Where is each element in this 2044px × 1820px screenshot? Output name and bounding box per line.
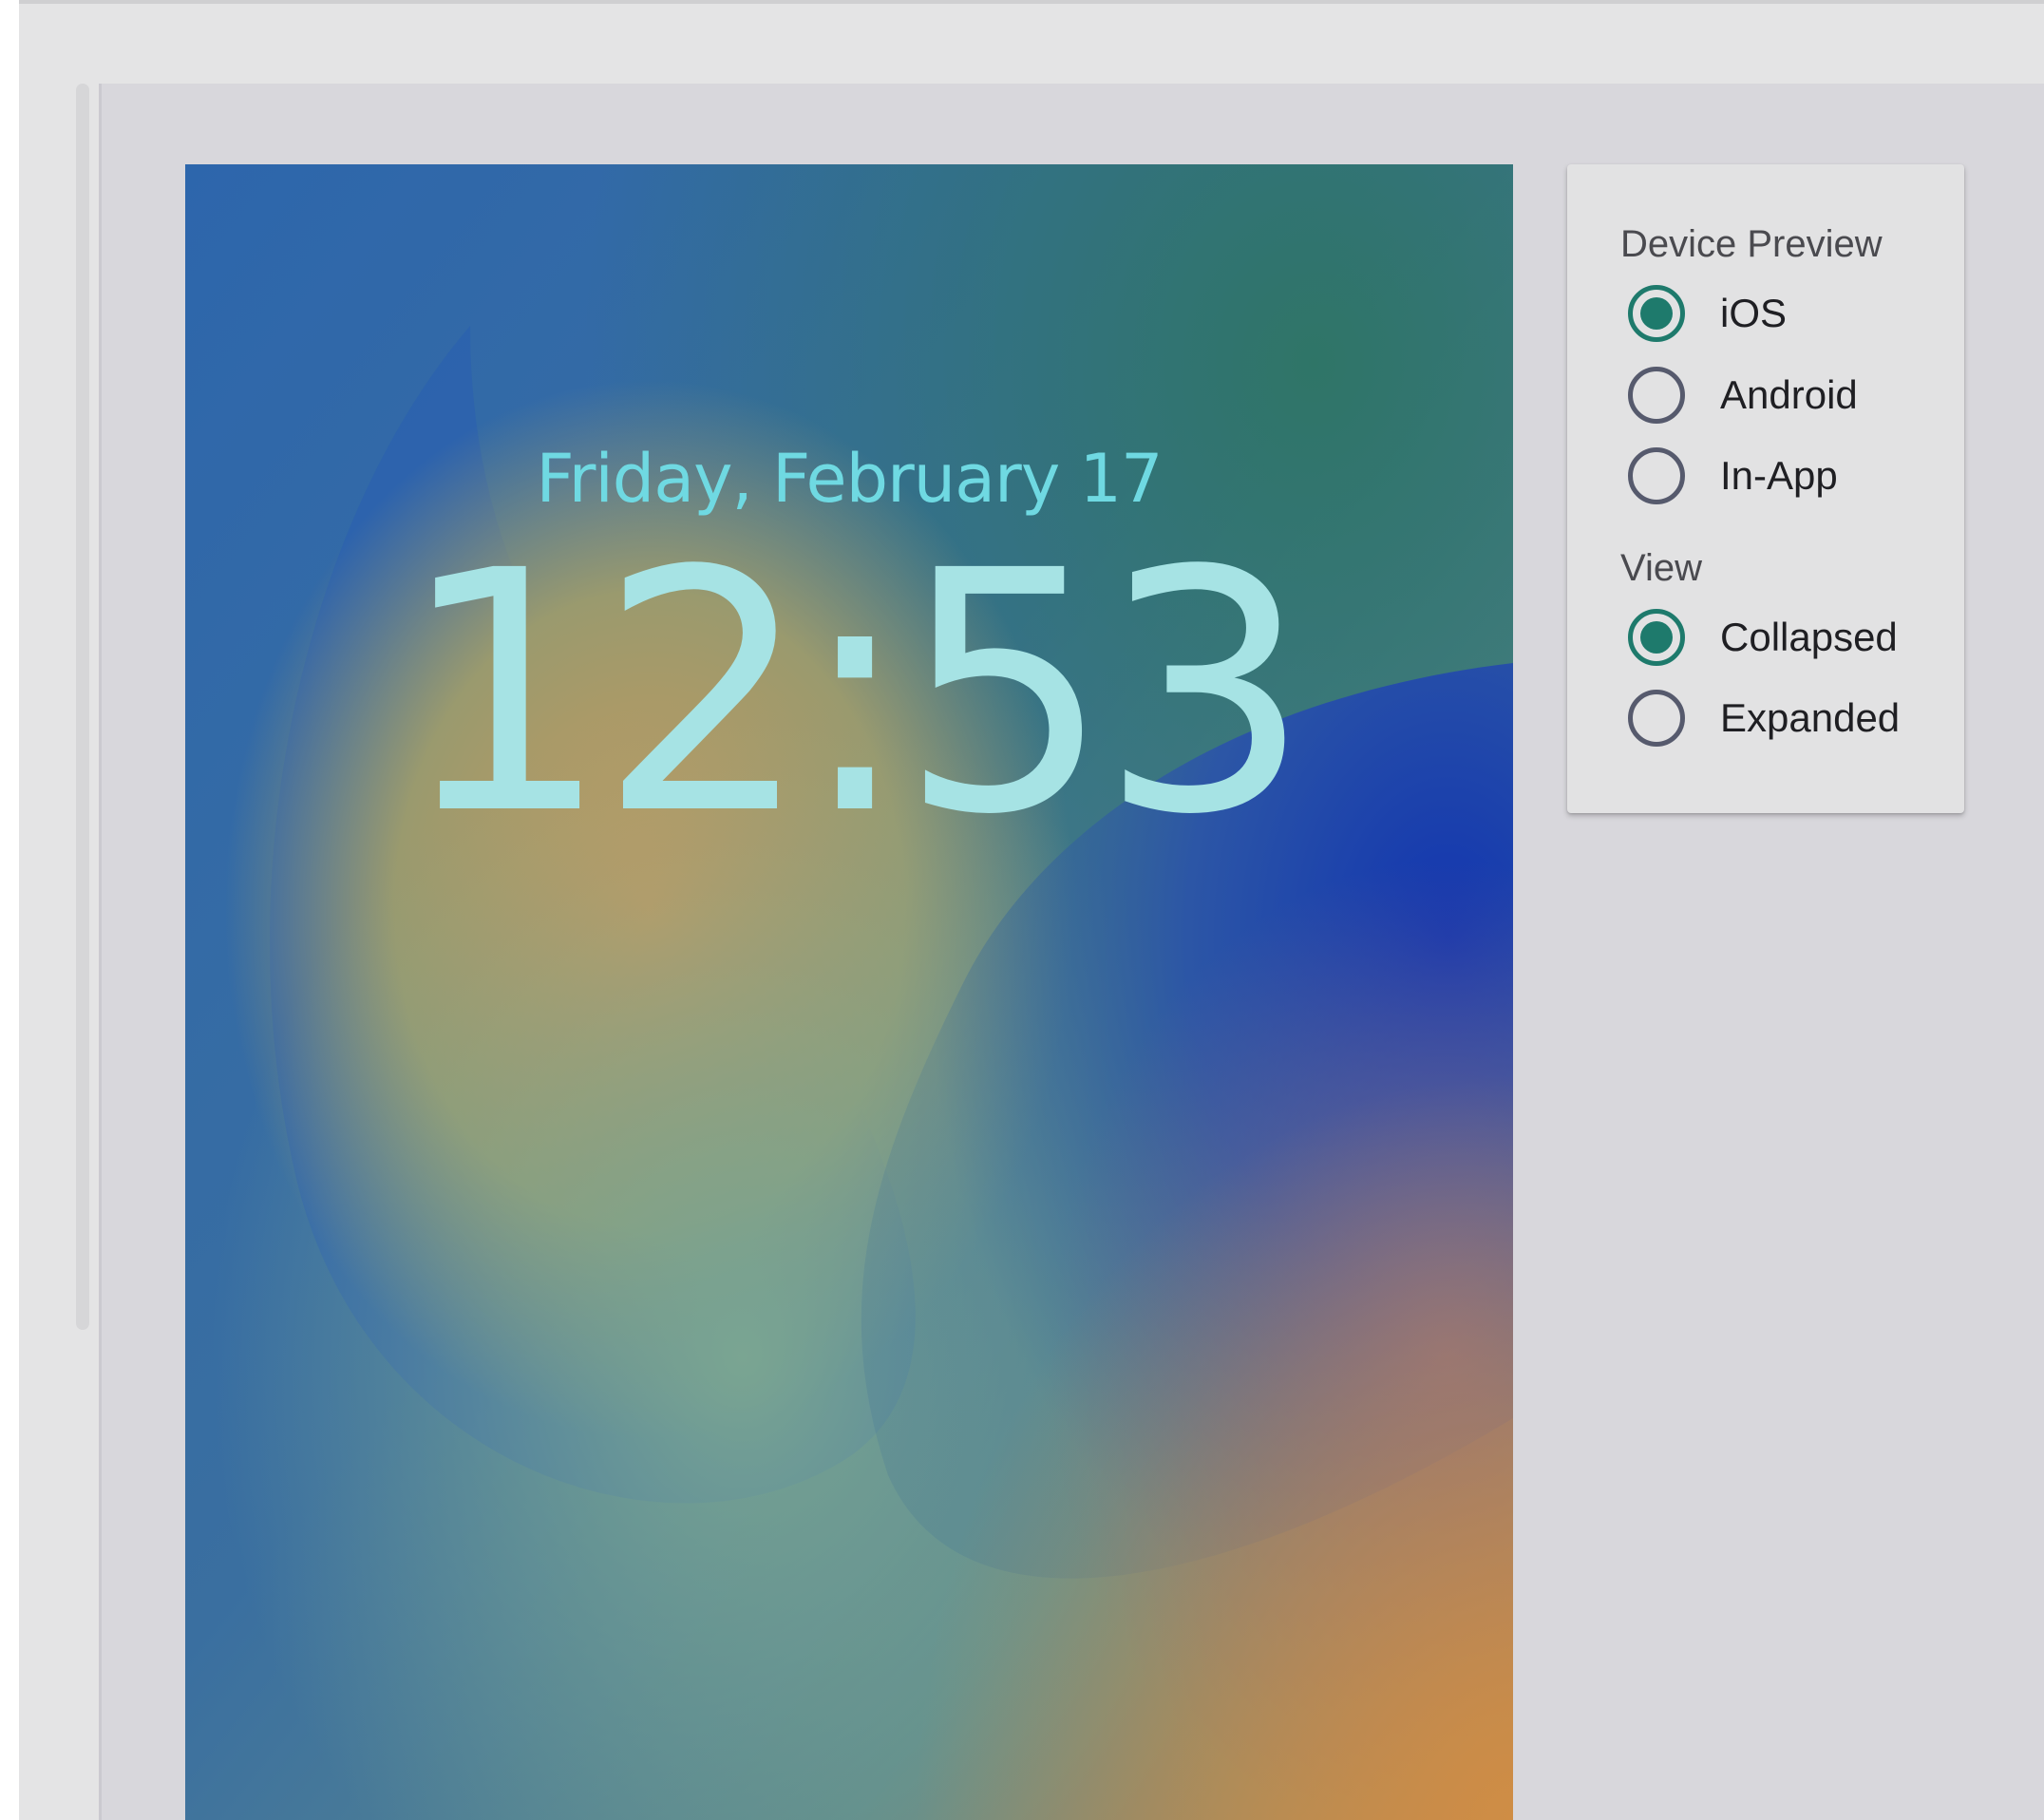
device-preview-screen: Friday, February 17 12:53 xyxy=(185,164,1513,1820)
radio-ios-label: iOS xyxy=(1720,291,1788,335)
page: Friday, February 17 12:53 Device Preview… xyxy=(0,0,2044,1820)
top-border xyxy=(0,0,2044,4)
vertical-scrollbar[interactable] xyxy=(76,84,89,1330)
radio-in-app-indicator[interactable] xyxy=(1628,447,1685,504)
lock-screen-time: 12:53 xyxy=(398,500,1312,887)
radio-expanded-label: Expanded xyxy=(1720,695,1901,740)
radio-android[interactable]: Android xyxy=(1628,362,1858,428)
radio-in-app[interactable]: In-App xyxy=(1628,443,1838,509)
radio-expanded-indicator[interactable] xyxy=(1628,690,1685,747)
device-preview-label: Device Preview xyxy=(1620,223,1883,265)
view-label: View xyxy=(1620,547,1702,589)
wallpaper-image xyxy=(185,164,1513,1820)
radio-android-label: Android xyxy=(1720,372,1858,417)
radio-ios-indicator[interactable] xyxy=(1628,285,1685,342)
radio-ios[interactable]: iOS xyxy=(1628,280,1787,347)
left-margin xyxy=(0,0,19,1820)
radio-collapsed[interactable]: Collapsed xyxy=(1628,604,1898,671)
preview-options-card: Device Preview iOS Android In-App View C… xyxy=(1567,164,1964,813)
radio-collapsed-label: Collapsed xyxy=(1720,615,1898,659)
radio-collapsed-indicator[interactable] xyxy=(1628,609,1685,666)
radio-android-indicator[interactable] xyxy=(1628,367,1685,424)
radio-expanded[interactable]: Expanded xyxy=(1628,685,1900,751)
radio-in-app-label: In-App xyxy=(1720,453,1838,498)
